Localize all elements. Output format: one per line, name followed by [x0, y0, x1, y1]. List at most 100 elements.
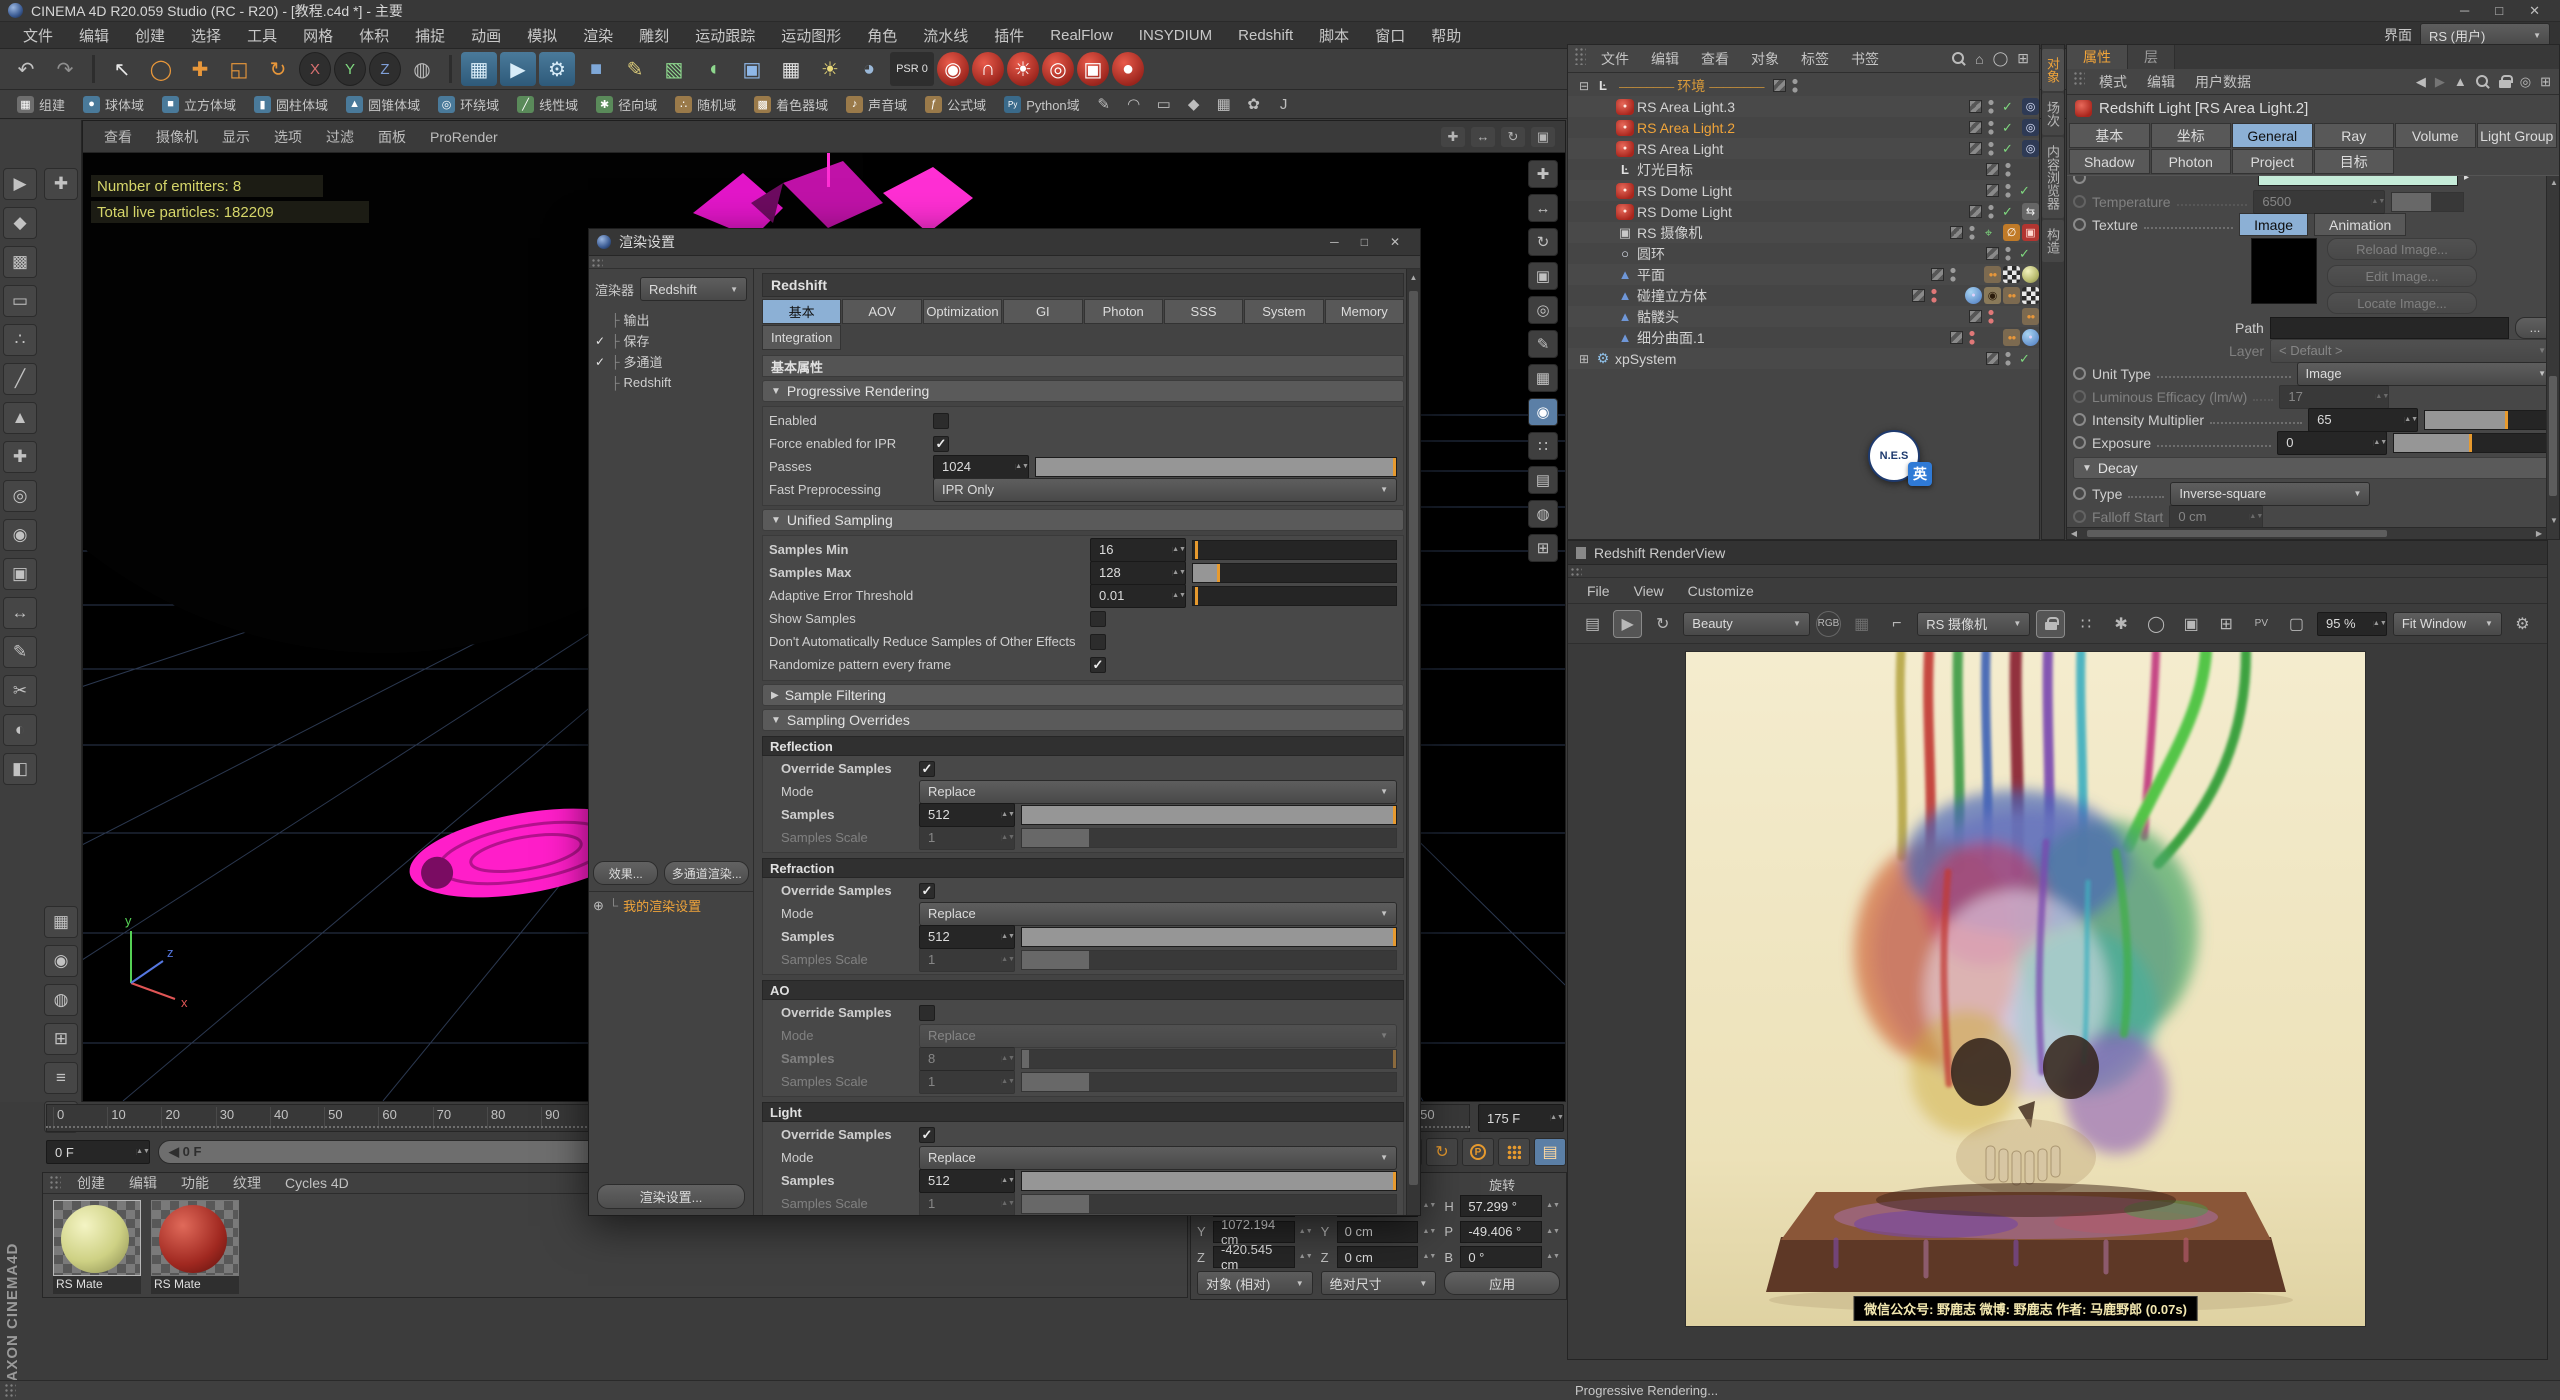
material-menu-item[interactable]: 创建	[65, 1173, 117, 1193]
x-axis-button[interactable]: X	[299, 52, 331, 86]
menu-item[interactable]: Redshift	[1225, 27, 1306, 44]
dialog-tab[interactable]: Photon	[1084, 299, 1163, 324]
renderview-menu-item[interactable]: File	[1576, 583, 1621, 599]
attribute-tab[interactable]: General	[2232, 123, 2313, 148]
enable-check[interactable]: ✓	[2000, 204, 2015, 220]
multipass-button[interactable]: 多通道渲染...	[664, 861, 749, 885]
layer-swatch[interactable]	[1912, 289, 1925, 302]
edges-mode-icon[interactable]: ╱	[3, 363, 37, 395]
dont-reduce-checkbox[interactable]	[1090, 634, 1106, 650]
dialog-tab[interactable]: System	[1244, 299, 1323, 324]
om-menu-item[interactable]: 查看	[1690, 49, 1740, 69]
make-editable-icon[interactable]: ▶	[3, 168, 37, 200]
layer-swatch[interactable]	[1931, 268, 1944, 281]
mode-select[interactable]: Replace	[919, 902, 1397, 926]
fit-select[interactable]: Fit Window	[2393, 612, 2502, 636]
target-tag[interactable]	[2022, 98, 2039, 115]
samples-max-slider[interactable]	[1192, 563, 1397, 583]
samples-scale-slider[interactable]	[1021, 950, 1397, 970]
luminous-field[interactable]: 17▲▼	[2279, 385, 2389, 409]
path-field[interactable]	[2270, 317, 2509, 339]
polygon-snap-icon[interactable]: ⊞	[44, 1023, 78, 1055]
samples-scale-slider[interactable]	[1021, 1072, 1397, 1092]
om-menu-item[interactable]: 标签	[1790, 49, 1840, 69]
viewport-menu-item[interactable]: ProRender	[419, 129, 509, 145]
om-menu-item[interactable]: 编辑	[1640, 49, 1690, 69]
layer-swatch[interactable]	[1986, 184, 1999, 197]
expand-toggle[interactable]: ⊟	[1577, 79, 1591, 93]
visibility-dots[interactable]	[1791, 77, 1799, 94]
layer-swatch[interactable]	[1969, 205, 1982, 218]
insydium-plugin-icon[interactable]: J	[1271, 92, 1297, 116]
object-label[interactable]: RS Area Light.2	[1637, 120, 1964, 136]
attribute-hscrollbar[interactable]: ◀▶	[2067, 527, 2546, 539]
rot-p-field[interactable]: -49.406 °	[1460, 1221, 1542, 1243]
object-row[interactable]: RS Area Light.2 ✓	[1568, 117, 2039, 138]
samples-scale-slider[interactable]	[1021, 828, 1397, 848]
object-row[interactable]: RS 摄像机 ⌖	[1568, 222, 2039, 243]
region-circle-icon[interactable]: ◯	[2142, 610, 2171, 638]
visibility-dots[interactable]	[1968, 329, 1976, 346]
material-menu-item[interactable]: 编辑	[117, 1173, 169, 1193]
sky-icon[interactable]: ◕	[851, 52, 887, 86]
menu-item[interactable]: 工具	[234, 25, 290, 46]
object-row[interactable]: 骷髅头	[1568, 306, 2039, 327]
layer-swatch[interactable]	[1969, 142, 1982, 155]
effects-button[interactable]: 效果...	[593, 861, 658, 885]
viewport-add-icon[interactable]: ⊞	[1528, 534, 1558, 562]
menu-item[interactable]: 渲染	[570, 25, 626, 46]
viewport-menu-item[interactable]: 过滤	[315, 127, 365, 147]
dialog-tab[interactable]: Integration	[762, 325, 841, 350]
live-selection-icon[interactable]: ◯	[143, 52, 179, 86]
add-panel-icon[interactable]: ⊞	[2017, 50, 2029, 67]
enable-check[interactable]: ⌖	[1981, 225, 1996, 241]
menu-item[interactable]: 网格	[290, 25, 346, 46]
minimize-button[interactable]: ─	[2460, 3, 2469, 19]
sound-field-button[interactable]: ♪声音域	[839, 92, 914, 116]
progressive-rendering-section[interactable]: ▼Progressive Rendering	[762, 380, 1404, 402]
object-label[interactable]: RS Area Light.3	[1637, 99, 1964, 115]
snapshot-icon[interactable]: ✱	[2106, 610, 2135, 638]
object-row[interactable]: ⊞ xpSystem ✓	[1568, 348, 2039, 369]
object-label[interactable]: RS Area Light	[1637, 141, 1964, 157]
settings-tree-item[interactable]: ✓├多通道	[589, 351, 753, 372]
render-preview-icon[interactable]: ▤	[1534, 1138, 1566, 1166]
grid-snap-icon[interactable]: ▦	[44, 906, 78, 938]
cylinder-field-button[interactable]: ▮圆柱体域	[247, 92, 335, 116]
settings-tree-item[interactable]: ├Redshift	[589, 372, 753, 393]
object-row[interactable]: RS Dome Light ✓	[1568, 180, 2039, 201]
object-row[interactable]: 细分曲面.1	[1568, 327, 2039, 348]
target-tag[interactable]	[2022, 140, 2039, 157]
layer-swatch[interactable]	[1950, 331, 1963, 344]
rscam-tag[interactable]	[2022, 224, 2039, 241]
rot-h-field[interactable]: 57.299 °	[1460, 1195, 1542, 1217]
edit-image-button[interactable]: Edit Image...	[2327, 265, 2477, 287]
menu-item[interactable]: 运动跟踪	[682, 25, 768, 46]
viewport-grid-icon[interactable]: ▦	[1528, 364, 1558, 392]
model-mode-icon[interactable]: ◆	[3, 207, 37, 239]
size-mode-select[interactable]: 绝对尺寸	[1321, 1271, 1437, 1295]
menu-item[interactable]: 文件	[10, 25, 66, 46]
autokey-loop-icon[interactable]: ↻	[1426, 1138, 1458, 1166]
rotate-tool-icon[interactable]: ↻	[260, 52, 296, 86]
menu-item[interactable]: RealFlow	[1037, 27, 1126, 44]
menu-item[interactable]: 脚本	[1306, 25, 1362, 46]
viewport-frame-icon[interactable]: ▣	[1528, 262, 1558, 290]
end-frame-field[interactable]: 175 F▲▼	[1478, 1104, 1564, 1132]
sampling-overrides-section[interactable]: ▼Sampling Overrides	[762, 709, 1404, 731]
edge-snap-icon[interactable]: ◍	[44, 984, 78, 1016]
render-picture-viewer-icon[interactable]: ▶	[500, 52, 536, 86]
material-item[interactable]: RS Mate	[151, 1200, 239, 1294]
enable-check[interactable]: ✓	[2017, 246, 2032, 262]
menu-item[interactable]: 角色	[854, 25, 910, 46]
object-label[interactable]: 灯光目标	[1637, 160, 1981, 180]
visibility-dots[interactable]	[1987, 308, 1995, 325]
dialog-tab[interactable]: Optimization	[923, 299, 1002, 324]
phong-tag[interactable]	[2003, 287, 2020, 304]
close-button[interactable]: ✕	[2529, 3, 2540, 19]
samples-scale-field[interactable]: 1▲▼	[919, 1070, 1015, 1094]
new-panel-icon[interactable]: ⊞	[2540, 74, 2551, 90]
shader-field-button[interactable]: ▩着色器域	[747, 92, 835, 116]
override-samples-checkbox[interactable]	[919, 761, 935, 777]
samples-min-field[interactable]: 16▲▼	[1090, 538, 1186, 562]
